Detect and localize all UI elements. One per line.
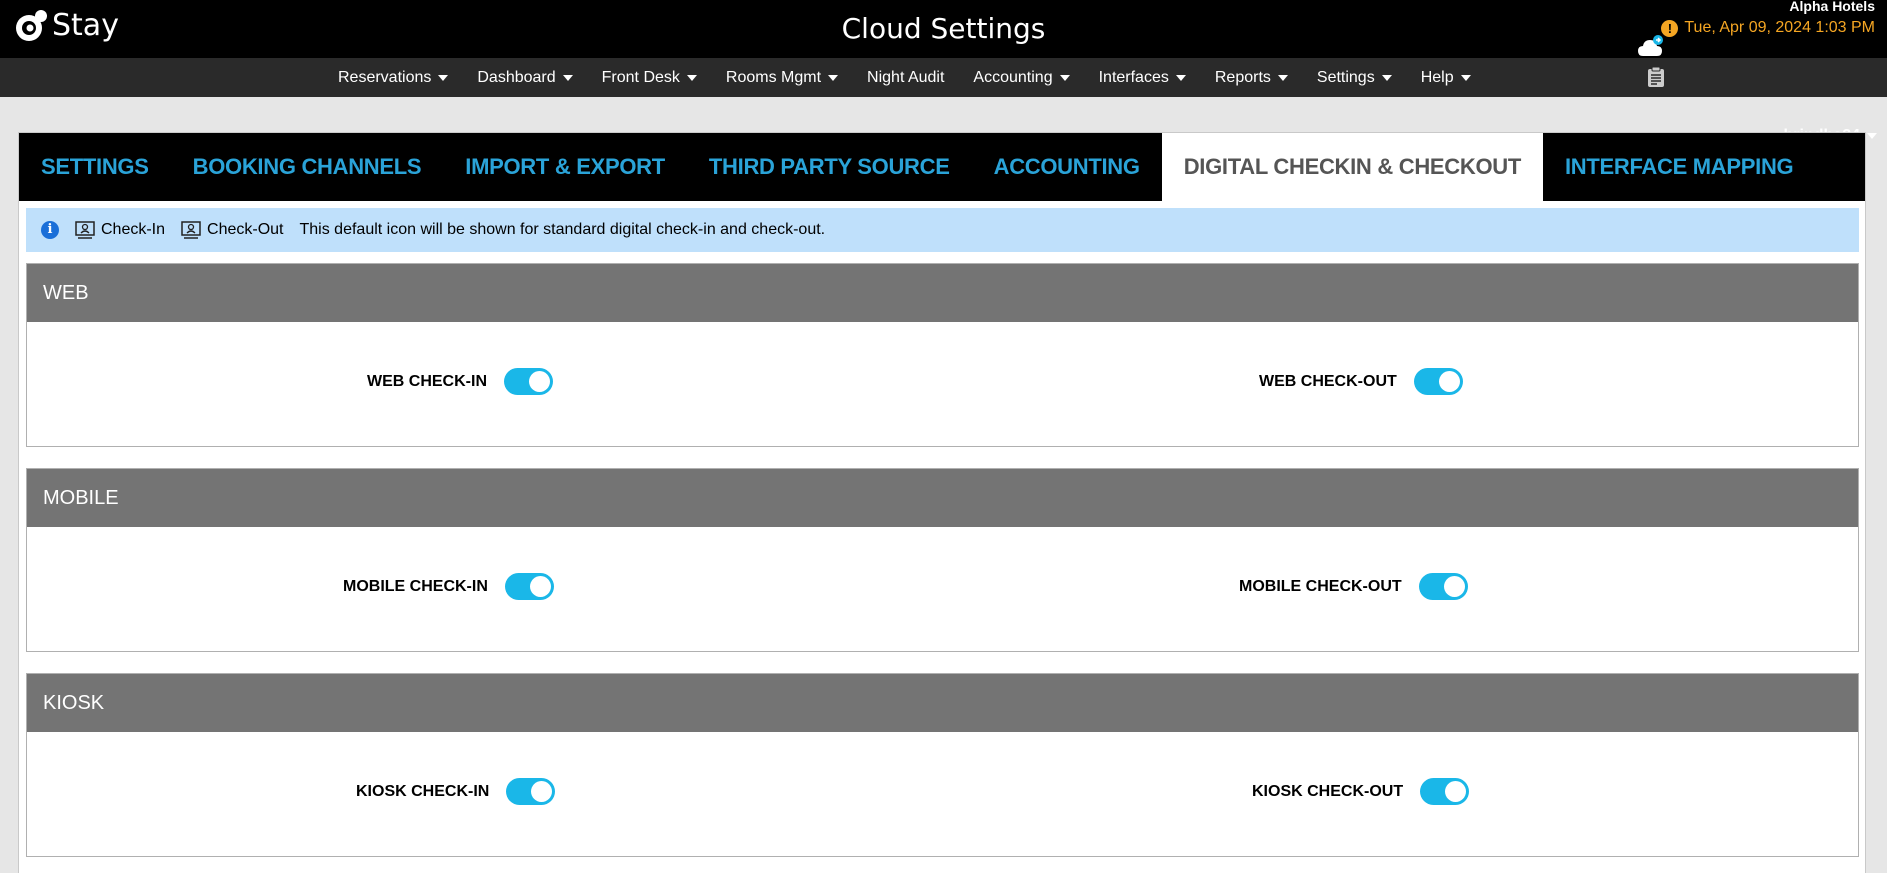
web-checkout-toggle[interactable] <box>1413 368 1463 395</box>
tab-third-party-source[interactable]: THIRD PARTY SOURCE <box>687 133 972 201</box>
mobile-checkin-toggle[interactable] <box>504 573 554 600</box>
mobile-checkout-toggle[interactable] <box>1418 573 1468 600</box>
hotel-name[interactable]: Alpha Hotels <box>1789 0 1875 14</box>
mobile-checkout-setting: MOBILE CHECK-OUT <box>1239 573 1468 600</box>
kiosk-checkin-setting: KIOSK CHECK-IN <box>356 778 556 805</box>
web-checkin-toggle[interactable] <box>504 368 553 395</box>
kiosk-checkout-setting: KIOSK CHECK-OUT <box>1252 778 1470 805</box>
checkin-legend-label: Check-In <box>101 221 166 238</box>
nav-item-label: Front Desk <box>601 68 680 86</box>
chevron-down-icon <box>1867 132 1877 139</box>
nav-item-rooms-mgmt[interactable]: Rooms Mgmt <box>725 68 839 87</box>
nav-item-settings[interactable]: Settings <box>1317 69 1392 87</box>
top-header: Stay Cloud Settings Alpha Hotels ! Tue, … <box>0 0 1887 58</box>
nav-item-help[interactable]: Help <box>1421 69 1471 87</box>
web-checkin-setting: WEB CHECK-IN <box>367 368 553 395</box>
clipboard-icon[interactable] <box>1647 66 1665 88</box>
settings-tabs: SETTINGS BOOKING CHANNELS IMPORT & EXPORT T… <box>19 133 1865 201</box>
mobile-checkin-setting: MOBILE CHECK-IN <box>343 573 554 600</box>
toggle-label: WEB CHECK-OUT <box>1259 372 1397 390</box>
nav-item-label: Help <box>1420 68 1454 86</box>
tab-digital-checkin-checkout[interactable]: DIGITAL CHECKIN & CHECKOUT <box>1161 133 1543 201</box>
info-banner: i Check-In Check-Out This default icon w… <box>26 208 1859 252</box>
settings-panel: SETTINGS BOOKING CHANNELS IMPORT & EXPORT T… <box>18 132 1866 873</box>
chevron-down-icon <box>686 74 697 81</box>
tab-accounting[interactable]: ACCOUNTING <box>972 133 1162 201</box>
chevron-down-icon <box>1175 74 1186 81</box>
chevron-down-icon <box>562 74 573 81</box>
section-kiosk: KIOSK KIOSK CHECK-IN KIOSK CHECK-OUT <box>26 673 1859 857</box>
toggle-knob <box>529 576 551 597</box>
nav-item-accounting[interactable]: Accounting <box>973 68 1070 87</box>
nav-item-label: Reports <box>1214 68 1271 86</box>
tab-interface-mapping[interactable]: INTERFACE MAPPING <box>1543 133 1815 201</box>
chevron-down-icon <box>438 74 449 81</box>
section-title: KIOSK <box>27 674 1858 732</box>
toggle-knob <box>1438 371 1460 392</box>
toggle-label: KIOSK CHECK-IN <box>356 782 490 800</box>
nav-item-night-audit[interactable]: Night Audit <box>867 69 944 87</box>
chevron-down-icon <box>828 74 839 81</box>
nav-item-label: Settings <box>1316 68 1375 86</box>
nav-item-label: Accounting <box>973 68 1053 86</box>
toggle-knob <box>1445 781 1467 802</box>
toggle-knob <box>531 781 553 802</box>
kiosk-checkout-toggle[interactable] <box>1420 778 1470 805</box>
nav-item-label: Rooms Mgmt <box>725 68 822 86</box>
info-icon: i <box>41 221 59 239</box>
chevron-down-icon <box>1059 74 1070 81</box>
toggle-label: WEB CHECK-IN <box>367 372 487 390</box>
checkin-icon <box>75 221 95 239</box>
chevron-down-icon <box>1277 74 1288 81</box>
datetime-display: ! Tue, Apr 09, 2024 1:03 PM <box>1661 19 1875 37</box>
nav-item-label: Night Audit <box>867 68 945 86</box>
section-title: MOBILE <box>27 469 1858 527</box>
info-message: This default icon will be shown for stan… <box>299 221 826 238</box>
datetime-text: Tue, Apr 09, 2024 1:03 PM <box>1684 19 1875 36</box>
nav-item-reservations[interactable]: Reservations <box>338 68 449 87</box>
toggle-row: WEB CHECK-IN WEB CHECK-OUT <box>27 322 1858 446</box>
nav-menu: Reservations Dashboard Front Desk Rooms Mgm… <box>338 58 1500 97</box>
web-checkout-setting: WEB CHECK-OUT <box>1259 368 1463 395</box>
cloud-icon[interactable] <box>1637 34 1665 58</box>
section-web: WEB WEB CHECK-IN WEB CHECK-OUT <box>26 263 1859 447</box>
nav-item-reports[interactable]: Reports <box>1215 69 1288 87</box>
tab-import-export[interactable]: IMPORT & EXPORT <box>443 133 687 201</box>
main-navbar: Reservations Dashboard Front Desk Rooms Mgm… <box>0 58 1887 144</box>
checkout-icon <box>181 221 201 239</box>
toggle-row: KIOSK CHECK-IN KIOSK CHECK-OUT <box>27 732 1858 856</box>
page-title: Cloud Settings <box>841 12 1046 45</box>
kiosk-checkin-toggle[interactable] <box>506 778 556 805</box>
nav-item-label: Interfaces <box>1098 68 1169 86</box>
toggle-knob <box>1443 576 1465 597</box>
tab-booking-channels[interactable]: BOOKING CHANNELS <box>171 133 444 201</box>
section-title: WEB <box>27 264 1858 322</box>
tab-settings[interactable]: SETTINGS <box>19 133 171 201</box>
nav-item-interfaces[interactable]: Interfaces <box>1099 69 1186 87</box>
chevron-down-icon <box>1460 74 1471 81</box>
toggle-row: MOBILE CHECK-IN MOBILE CHECK-OUT <box>27 527 1858 651</box>
toggle-knob <box>529 371 550 392</box>
section-mobile: MOBILE MOBILE CHECK-IN MOBILE CHECK-OUT <box>26 468 1859 652</box>
nav-item-label: Dashboard <box>477 68 556 86</box>
nav-item-dashboard[interactable]: Dashboard <box>477 68 573 87</box>
nav-item-label: Reservations <box>338 68 432 86</box>
toggle-label: MOBILE CHECK-OUT <box>1239 577 1402 595</box>
toggle-label: MOBILE CHECK-IN <box>343 577 488 595</box>
toggle-label: KIOSK CHECK-OUT <box>1252 782 1404 800</box>
checkout-legend-label: Check-Out <box>207 221 284 238</box>
chevron-down-icon <box>1381 74 1392 81</box>
nav-item-front-desk[interactable]: Front Desk <box>602 69 697 87</box>
